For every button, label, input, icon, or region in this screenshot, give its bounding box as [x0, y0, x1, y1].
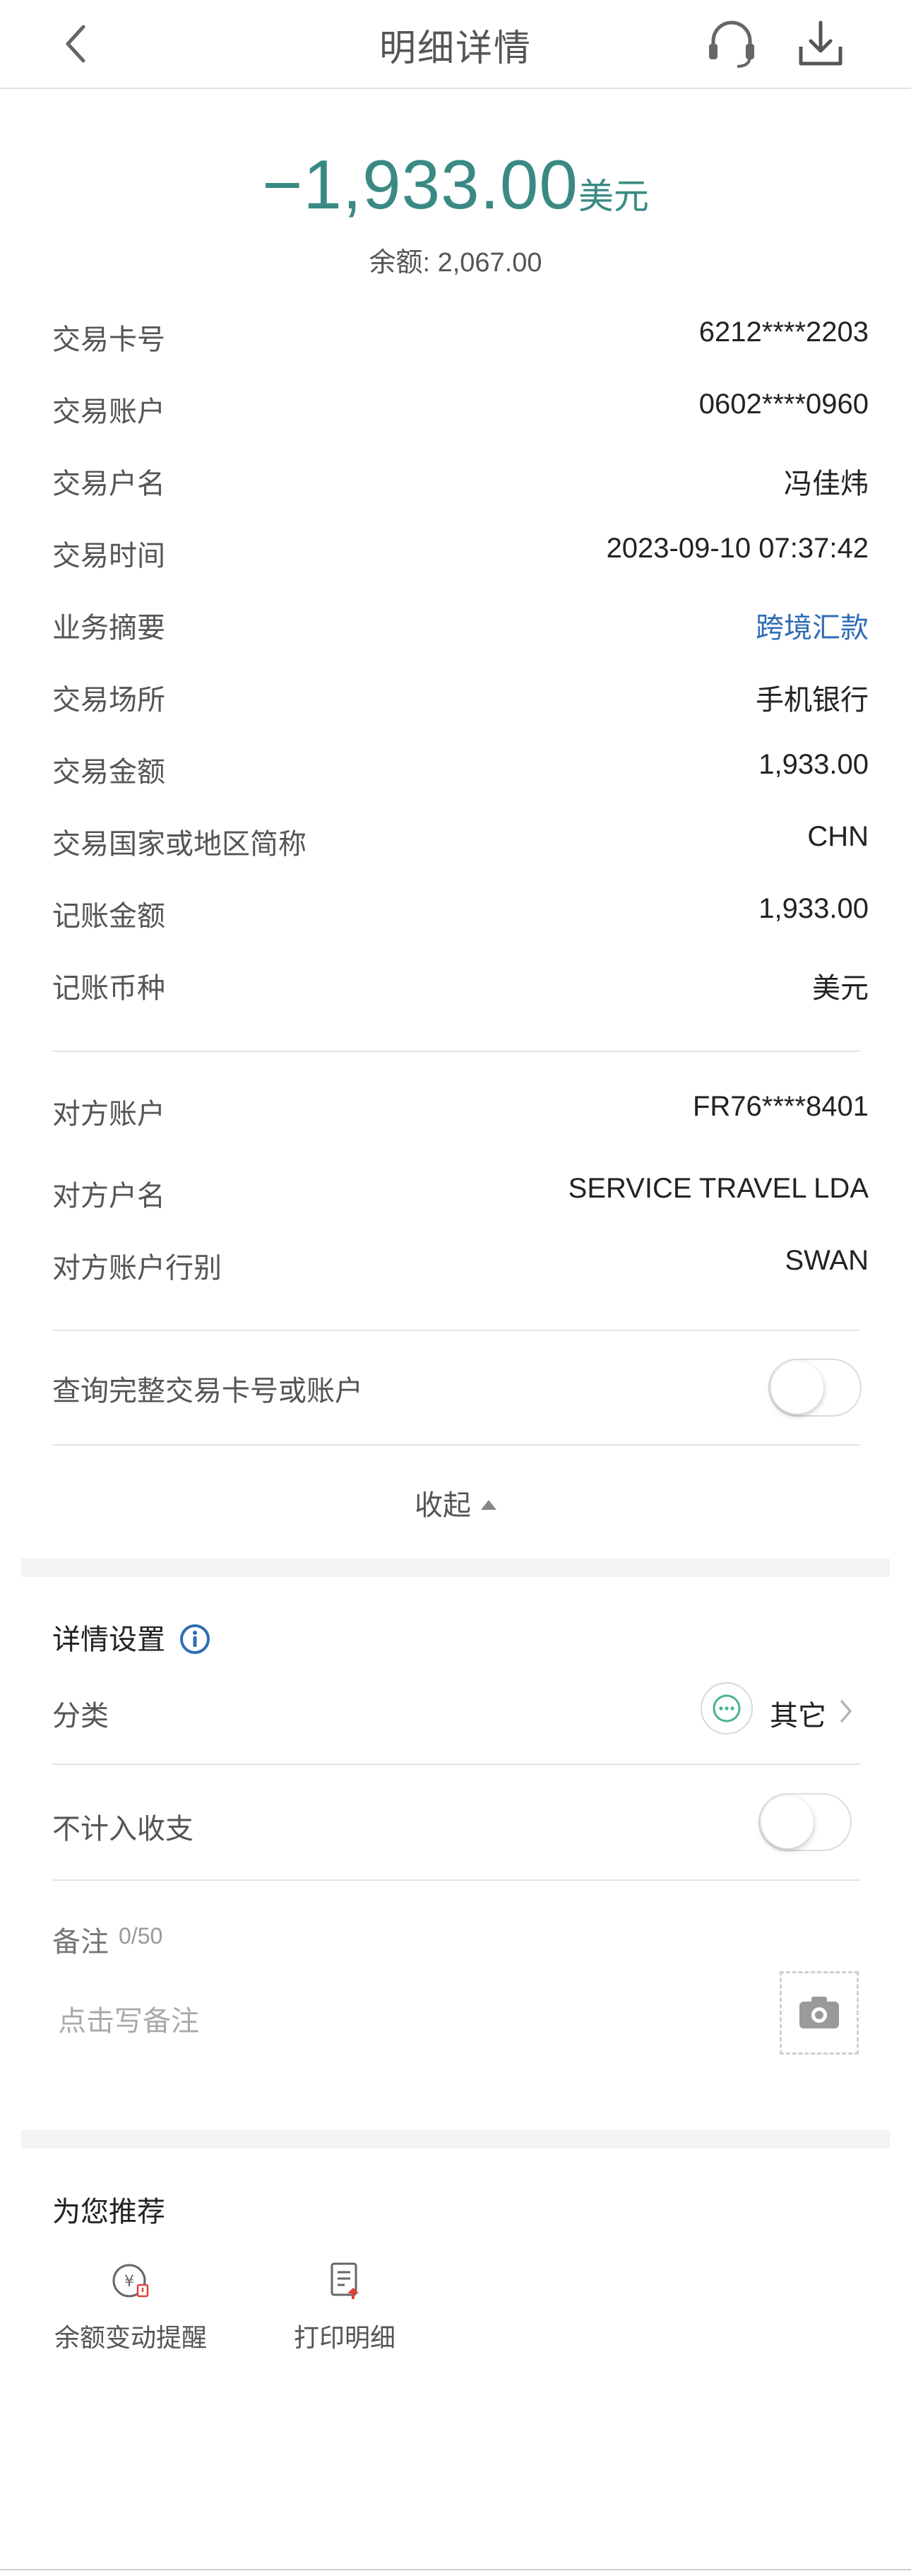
recommend-item-label: 打印明细 — [293, 2324, 395, 2353]
detail-label: 交易场所 — [52, 684, 165, 716]
collapse-button[interactable]: 收起 — [0, 1482, 911, 1523]
note-input[interactable]: 点击写备注 — [58, 1998, 199, 2039]
detail-value: 1,933.00 — [758, 749, 869, 780]
full-account-toggle-row: 查询完整交易卡号或账户 — [52, 1368, 869, 1410]
divider — [52, 1879, 860, 1881]
customer-service-icon[interactable] — [703, 16, 760, 72]
full-account-toggle[interactable] — [768, 1359, 862, 1417]
balance-text: 余额: 2,067.00 — [369, 248, 542, 278]
settings-title-text: 详情设置 — [52, 1624, 165, 1656]
divider — [52, 1444, 860, 1446]
detail-label: 交易账户 — [52, 396, 165, 428]
detail-row: 业务摘要 跨境汇款 — [52, 605, 869, 647]
balance-alert-icon: ¥ — [112, 2264, 149, 2298]
detail-row: 记账金额 1,933.00 — [52, 893, 869, 935]
detail-row: 交易卡号 6212****2203 — [52, 317, 869, 359]
recommend-item-balance-alert[interactable]: ¥ 余额变动提醒 — [35, 2258, 226, 2357]
detail-label: 交易国家或地区简称 — [52, 828, 306, 861]
divider — [52, 1763, 860, 1765]
detail-row: 交易国家或地区简称 CHN — [52, 821, 869, 863]
toggle-knob — [761, 1796, 814, 1848]
detail-row: 交易户名 冯佳炜 — [52, 461, 869, 503]
detail-value: 美元 — [812, 973, 869, 1004]
detail-value: 6212****2203 — [698, 317, 869, 348]
detail-value: FR76****8401 — [692, 1091, 869, 1122]
section-separator — [21, 2130, 890, 2149]
transaction-amount: −1,933.00美元 — [0, 145, 911, 225]
detail-row: 交易场所 手机银行 — [52, 677, 869, 719]
detail-row: 交易金额 1,933.00 — [52, 749, 869, 791]
detail-value: 冯佳炜 — [784, 468, 869, 500]
detail-value: SERVICE TRAVEL LDA — [568, 1173, 869, 1204]
detail-label: 业务摘要 — [52, 612, 165, 644]
exclude-toggle[interactable] — [758, 1793, 852, 1851]
counterparty-row: 对方账户 FR76****8401 — [52, 1091, 869, 1133]
full-account-toggle-label: 查询完整交易卡号或账户 — [52, 1375, 363, 1407]
note-label: 备注 — [52, 1926, 109, 1958]
settings-title: 详情设置 — [52, 1617, 211, 1658]
section-separator — [21, 1559, 890, 1577]
print-detail-icon — [331, 2262, 359, 2299]
business-summary-link[interactable]: 跨境汇款 — [756, 605, 869, 646]
divider — [52, 1330, 860, 1331]
detail-label: 交易卡号 — [52, 324, 165, 356]
info-icon[interactable] — [179, 1623, 211, 1655]
detail-label: 记账金额 — [52, 900, 165, 933]
recommend-title: 为您推荐 — [52, 2196, 165, 2228]
detail-value: CHN — [807, 821, 869, 852]
exclude-row: 不计入收支 — [52, 1806, 869, 1848]
counterparty-row: 对方户名 SERVICE TRAVEL LDA — [52, 1173, 869, 1215]
detail-value: 2023-09-10 07:37:42 — [606, 533, 869, 564]
recommend-item-label: 余额变动提醒 — [54, 2324, 207, 2353]
header-bar: 明细详情 — [0, 0, 911, 89]
detail-row: 记账币种 美元 — [52, 965, 869, 1008]
camera-icon — [799, 1997, 839, 2028]
detail-value: SWAN — [785, 1245, 869, 1276]
category-label: 分类 — [52, 1700, 109, 1732]
chevron-right-icon[interactable] — [838, 1697, 855, 1725]
detail-value: 1,933.00 — [758, 893, 869, 924]
detail-label: 交易户名 — [52, 468, 165, 500]
divider — [52, 1051, 860, 1052]
amount-currency: 美元 — [578, 176, 649, 217]
detail-row: 交易时间 2023-09-10 07:37:42 — [52, 533, 869, 575]
category-other-icon — [701, 1682, 753, 1735]
detail-value: 0602****0960 — [698, 389, 869, 420]
toggle-knob — [771, 1361, 823, 1414]
detail-value: 手机银行 — [756, 685, 869, 716]
add-photo-button[interactable] — [780, 1971, 859, 2055]
detail-label: 对方账户 — [52, 1098, 165, 1130]
detail-label: 记账币种 — [52, 972, 165, 1005]
collapse-arrow-icon — [481, 1500, 496, 1510]
collapse-label: 收起 — [415, 1489, 471, 1522]
page-title: 明细详情 — [379, 28, 532, 70]
note-char-count: 0/50 — [119, 1923, 163, 1949]
download-icon[interactable] — [792, 16, 849, 72]
amount-value: −1,933.00 — [262, 146, 578, 223]
recommend-item-print-detail[interactable]: 打印明细 — [260, 2258, 429, 2357]
exclude-label: 不计入收支 — [52, 1813, 193, 1845]
detail-label: 交易时间 — [52, 540, 165, 572]
detail-label: 交易金额 — [52, 756, 165, 788]
category-value[interactable]: 其它 — [770, 1693, 826, 1734]
counterparty-row: 对方账户行别 SWAN — [52, 1245, 869, 1287]
detail-row: 交易账户 0602****0960 — [52, 389, 869, 431]
bottom-divider — [0, 2569, 911, 2570]
svg-text:¥: ¥ — [124, 2273, 134, 2291]
detail-label: 对方户名 — [52, 1180, 165, 1212]
detail-label: 对方账户行别 — [52, 1252, 222, 1284]
